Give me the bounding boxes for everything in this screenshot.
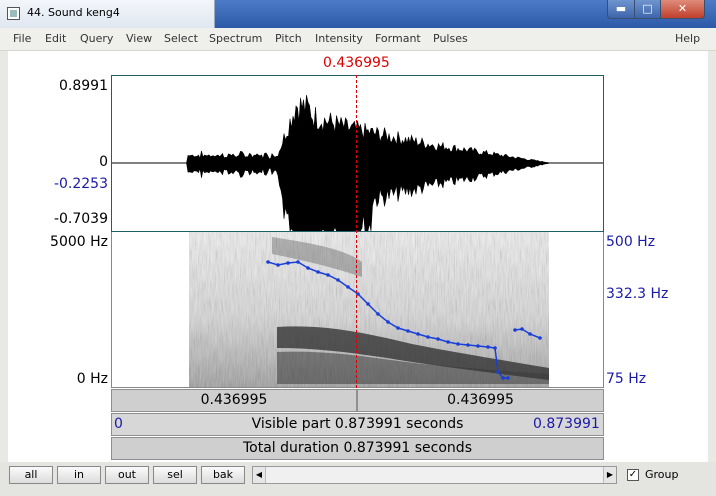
visible-start-time: 0 bbox=[114, 416, 123, 432]
pitch-point bbox=[446, 340, 450, 344]
zoom-selection-button[interactable]: sel bbox=[153, 466, 197, 484]
pitch-point bbox=[456, 342, 460, 346]
menu-bar: File Edit Query View Select Spectrum Pit… bbox=[0, 28, 716, 51]
pitch-point bbox=[276, 263, 280, 267]
menu-intensity[interactable]: Intensity bbox=[315, 32, 363, 45]
menu-file[interactable]: File bbox=[13, 32, 31, 45]
close-button[interactable]: ✕ bbox=[660, 0, 705, 19]
minimize-button[interactable]: ▬ bbox=[607, 0, 635, 19]
spectrogram-freq-top: 5000 Hz bbox=[50, 234, 108, 250]
pitch-label-mid: 332.3 Hz bbox=[606, 286, 669, 302]
pitch-point bbox=[496, 370, 500, 374]
zoom-out-button[interactable]: out bbox=[105, 466, 149, 484]
waveform-y-cursor: -0.2253 bbox=[53, 176, 108, 192]
spectrogram-panel[interactable] bbox=[111, 232, 604, 388]
waveform-y-zero: 0 bbox=[99, 154, 108, 170]
pitch-point bbox=[326, 273, 330, 277]
zoom-all-button[interactable]: all bbox=[9, 466, 53, 484]
maximize-button[interactable]: □ bbox=[634, 0, 661, 19]
window-title: 44. Sound keng4 bbox=[27, 6, 120, 19]
time-bar-after-cursor[interactable]: 0.436995 bbox=[357, 389, 604, 412]
waveform-y-min: -0.7039 bbox=[53, 211, 108, 227]
scroll-right-arrow-icon[interactable]: ▶ bbox=[603, 467, 616, 483]
spectrogram-freq-bottom: 0 Hz bbox=[76, 371, 108, 387]
menu-spectrum[interactable]: Spectrum bbox=[209, 32, 262, 45]
pitch-label-top: 500 Hz bbox=[606, 234, 656, 250]
menu-view[interactable]: View bbox=[126, 32, 152, 45]
pitch-point bbox=[376, 312, 380, 316]
menu-edit[interactable]: Edit bbox=[45, 32, 66, 45]
pitch-point bbox=[528, 332, 532, 336]
pitch-point bbox=[538, 336, 542, 340]
waveform-y-max: 0.8991 bbox=[59, 78, 108, 94]
pitch-point bbox=[406, 329, 410, 333]
waveform-panel[interactable] bbox=[111, 75, 604, 232]
pitch-point bbox=[346, 285, 350, 289]
pitch-point bbox=[426, 335, 430, 339]
visible-part-bar[interactable]: Visible part 0.873991 seconds bbox=[111, 413, 604, 436]
pitch-point bbox=[306, 266, 310, 270]
zoom-in-button[interactable]: in bbox=[57, 466, 101, 484]
group-label: Group bbox=[645, 468, 679, 481]
cursor-time-label: 0.436995 bbox=[323, 55, 390, 71]
visible-end-time: 0.873991 bbox=[533, 416, 600, 432]
pitch-point bbox=[266, 260, 270, 264]
pitch-point bbox=[501, 376, 505, 380]
pitch-point bbox=[486, 345, 490, 349]
menu-query[interactable]: Query bbox=[80, 32, 113, 45]
pitch-point bbox=[493, 346, 497, 350]
pitch-point bbox=[386, 320, 390, 324]
pitch-label-bottom: 75 Hz bbox=[606, 371, 647, 387]
pitch-point bbox=[506, 376, 510, 380]
scroll-left-arrow-icon[interactable]: ◀ bbox=[253, 467, 266, 483]
pitch-point bbox=[366, 302, 370, 306]
pitch-point bbox=[520, 327, 524, 331]
pitch-point bbox=[513, 328, 517, 332]
pitch-point bbox=[296, 260, 300, 264]
menu-formant[interactable]: Formant bbox=[375, 32, 421, 45]
pitch-point bbox=[396, 326, 400, 330]
pitch-point bbox=[336, 278, 340, 282]
pitch-point bbox=[286, 261, 290, 265]
pitch-point bbox=[476, 344, 480, 348]
pitch-point bbox=[436, 337, 440, 341]
cursor-line bbox=[356, 75, 357, 388]
menu-select[interactable]: Select bbox=[164, 32, 198, 45]
menu-help[interactable]: Help bbox=[675, 32, 700, 45]
menu-pitch[interactable]: Pitch bbox=[275, 32, 302, 45]
time-bar-before-cursor[interactable]: 0.436995 bbox=[111, 389, 357, 412]
zoom-back-button[interactable]: bak bbox=[201, 466, 245, 484]
pitch-point bbox=[316, 270, 320, 274]
pitch-point bbox=[416, 332, 420, 336]
spectrogram-svg bbox=[189, 232, 549, 387]
waveform-svg bbox=[112, 94, 603, 231]
pitch-point bbox=[466, 343, 470, 347]
total-duration-bar[interactable]: Total duration 0.873991 seconds bbox=[111, 437, 604, 460]
time-scrollbar[interactable] bbox=[252, 466, 617, 484]
app-icon bbox=[7, 7, 20, 20]
group-checkbox[interactable]: ✓ bbox=[627, 469, 639, 481]
menu-pulses[interactable]: Pulses bbox=[433, 32, 468, 45]
waveform-trace bbox=[182, 94, 554, 231]
